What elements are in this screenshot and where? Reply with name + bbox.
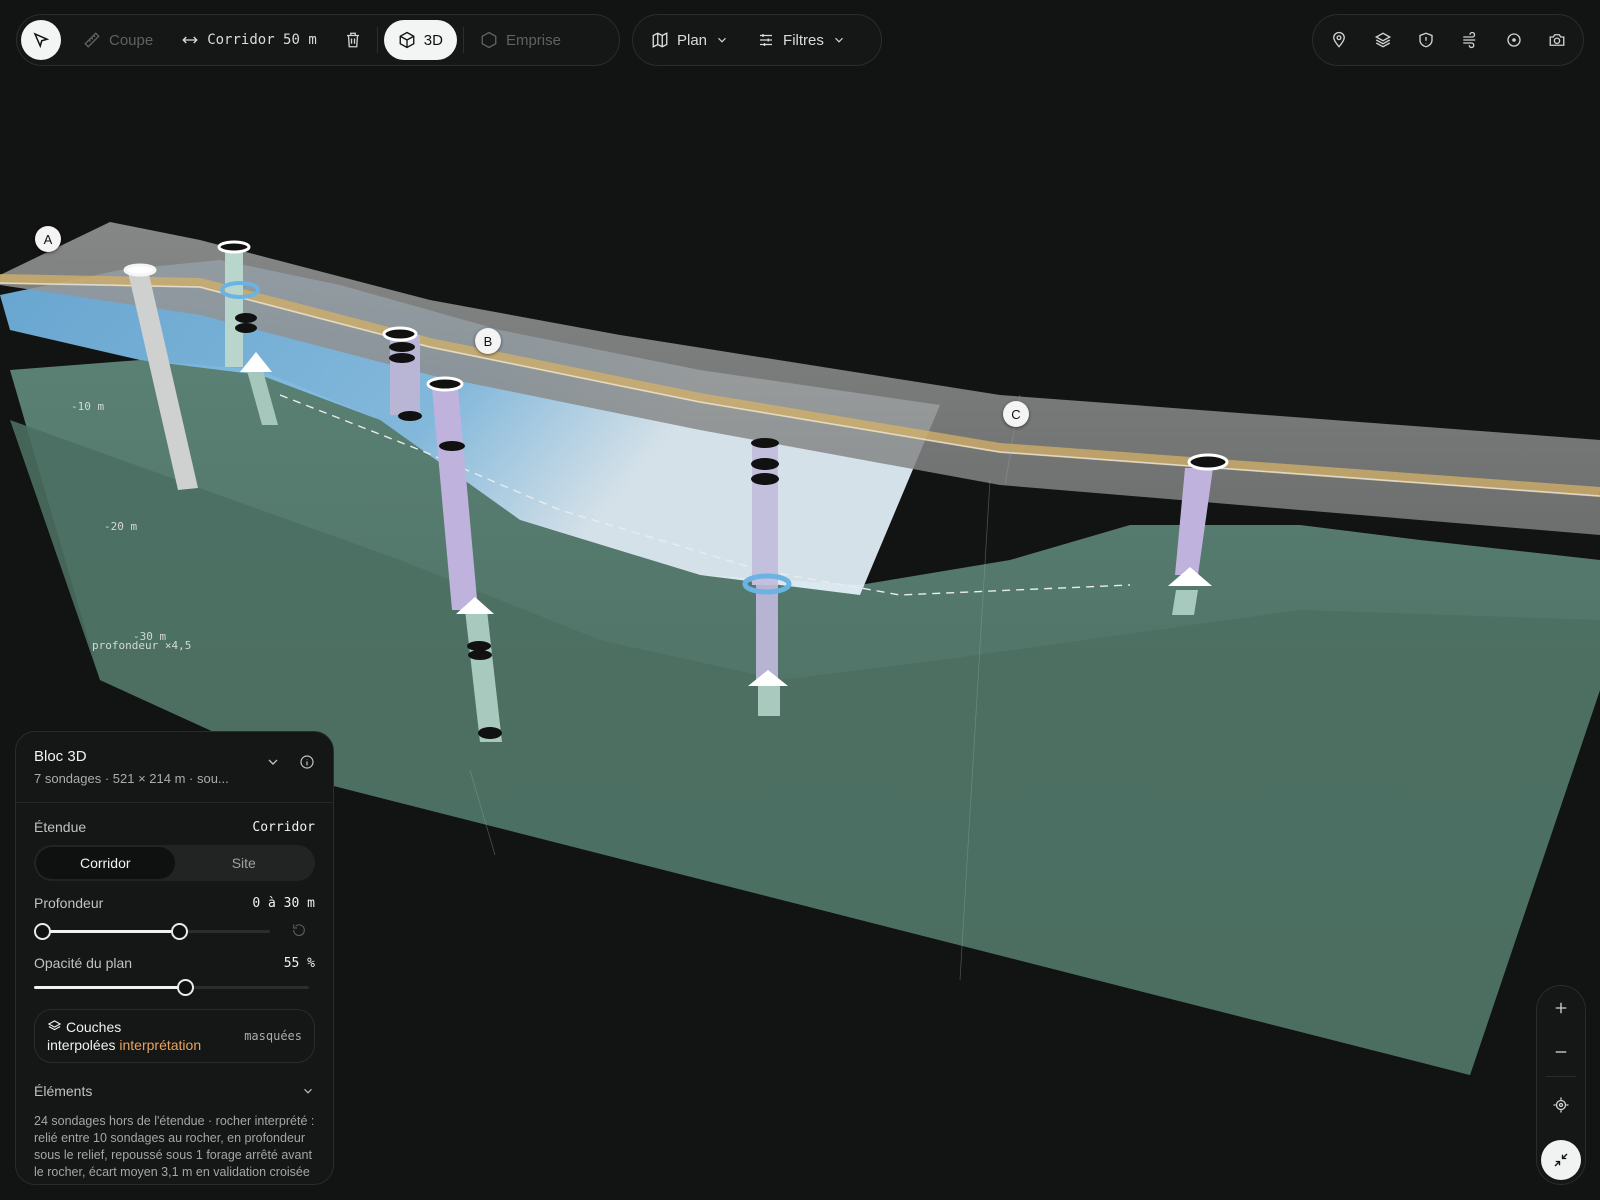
main-toolbar: Coupe Corridor 50 m 3D Emprise xyxy=(16,14,620,66)
map-icon xyxy=(652,32,668,48)
reset-icon xyxy=(293,924,305,937)
plan-dropdown[interactable]: Plan xyxy=(637,20,743,60)
right-toolbar xyxy=(1312,14,1584,66)
elements-section-toggle[interactable]: Éléments xyxy=(34,1083,315,1099)
toolbar-divider xyxy=(462,27,464,53)
map-pin-icon xyxy=(1332,31,1345,48)
emprise-button[interactable]: Emprise xyxy=(466,20,575,60)
target-button[interactable] xyxy=(1492,20,1536,60)
chevron-down-icon xyxy=(834,37,843,43)
location-button[interactable] xyxy=(1317,20,1361,60)
section-marker-b[interactable]: B xyxy=(475,328,501,354)
elements-label: Éléments xyxy=(34,1083,93,1099)
coupe-label: Coupe xyxy=(109,31,154,49)
layers-state: masquées xyxy=(244,1029,302,1043)
hexagon-icon xyxy=(481,31,497,49)
trash-icon xyxy=(346,32,359,48)
target-icon xyxy=(1506,33,1521,47)
crosshair-icon xyxy=(1553,1097,1569,1113)
chevron-down-icon xyxy=(304,1088,312,1094)
slider-handle-min[interactable] xyxy=(34,923,51,940)
sliders-icon xyxy=(760,34,773,46)
interpolated-layers-toggle[interactable]: Couches interpolées interprétation masqu… xyxy=(34,1009,315,1063)
plus-icon xyxy=(1555,1002,1567,1014)
etendue-segmented-control: Corridor Site xyxy=(34,845,315,881)
etendue-row: Étendue Corridor xyxy=(34,819,315,835)
zoom-out-button[interactable] xyxy=(1541,1032,1581,1072)
corridor-width-label: Corridor 50 m xyxy=(207,32,317,48)
chevron-down-icon xyxy=(718,37,726,43)
filtres-label: Filtres xyxy=(783,31,824,49)
layers-label-2: interpolées xyxy=(47,1037,116,1053)
cube-icon xyxy=(399,31,415,49)
collapse-view-button[interactable] xyxy=(1541,1140,1581,1180)
bloc-3d-panel: Bloc 3D 7 sondages · 521 × 214 m · sou..… xyxy=(15,731,334,1185)
wind-button[interactable] xyxy=(1448,20,1492,60)
elements-description: 24 sondages hors de l'étendue · rocher i… xyxy=(34,1114,315,1179)
alerts-button[interactable] xyxy=(1404,20,1448,60)
wind-icon xyxy=(1463,31,1476,49)
corridor-width-button[interactable]: Corridor 50 m xyxy=(167,20,331,60)
etendue-label: Étendue xyxy=(34,819,87,835)
opacity-label: Opacité du plan xyxy=(34,955,133,971)
profondeur-row: Profondeur 0 à 30 m xyxy=(34,895,315,911)
slider-handle-max[interactable] xyxy=(170,923,188,940)
layers-icon xyxy=(47,1020,62,1031)
toolbar-divider xyxy=(376,27,378,53)
reset-depth-button[interactable] xyxy=(291,922,307,943)
panel-header-actions xyxy=(265,754,315,770)
section-marker-c[interactable]: C xyxy=(1003,401,1029,427)
recenter-button[interactable] xyxy=(1541,1085,1581,1125)
profondeur-label: Profondeur xyxy=(34,895,104,911)
panel-divider xyxy=(16,802,333,803)
profondeur-range-slider[interactable] xyxy=(34,921,315,941)
delete-button[interactable] xyxy=(331,20,375,60)
slider-fill xyxy=(34,986,186,989)
view-3d-label: 3D xyxy=(423,31,443,49)
camera-icon xyxy=(1549,34,1565,46)
slider-handle[interactable] xyxy=(177,979,195,996)
select-tool-button[interactable] xyxy=(21,20,61,60)
depth-label-20: -20 m xyxy=(104,520,138,533)
layers-icon xyxy=(1374,32,1391,48)
segment-site[interactable]: Site xyxy=(175,847,314,879)
info-icon[interactable] xyxy=(299,754,315,770)
zoom-in-button[interactable] xyxy=(1541,988,1581,1028)
depth-exaggeration-label: profondeur ×4,5 xyxy=(92,639,192,652)
emprise-label: Emprise xyxy=(505,31,561,49)
ruler-icon xyxy=(84,32,100,48)
panel-subtitle: 7 sondages · 521 × 214 m · sou... xyxy=(34,771,229,786)
map-controls xyxy=(1536,985,1586,1185)
segment-corridor[interactable]: Corridor xyxy=(36,847,175,879)
filtres-dropdown[interactable]: Filtres xyxy=(743,20,860,60)
opacity-value: 55 % xyxy=(283,955,315,971)
opacity-row: Opacité du plan 55 % xyxy=(34,955,315,971)
slider-fill xyxy=(42,930,179,933)
horizontal-arrows-icon xyxy=(182,36,198,44)
view-options-toolbar: Plan Filtres xyxy=(632,14,882,66)
collapse-arrows-icon xyxy=(1554,1153,1568,1167)
minus-icon xyxy=(1555,1051,1567,1053)
layers-button[interactable] xyxy=(1361,20,1405,60)
controls-divider xyxy=(1546,1076,1576,1077)
opacity-slider[interactable] xyxy=(34,977,315,997)
layers-label: Couches xyxy=(66,1019,122,1035)
coupe-button[interactable]: Coupe xyxy=(69,20,167,60)
plan-label: Plan xyxy=(677,31,708,49)
shield-icon xyxy=(1419,32,1433,48)
chevron-down-icon[interactable] xyxy=(265,754,281,770)
view-3d-button[interactable]: 3D xyxy=(383,20,457,60)
section-marker-a[interactable]: A xyxy=(35,226,61,252)
layers-accent-label: interprétation xyxy=(119,1037,202,1053)
depth-label-10: -10 m xyxy=(71,400,105,413)
screenshot-button[interactable] xyxy=(1535,20,1579,60)
etendue-value: Corridor xyxy=(252,819,315,835)
cursor-arrow-icon xyxy=(33,32,50,49)
profondeur-value: 0 à 30 m xyxy=(252,895,315,911)
